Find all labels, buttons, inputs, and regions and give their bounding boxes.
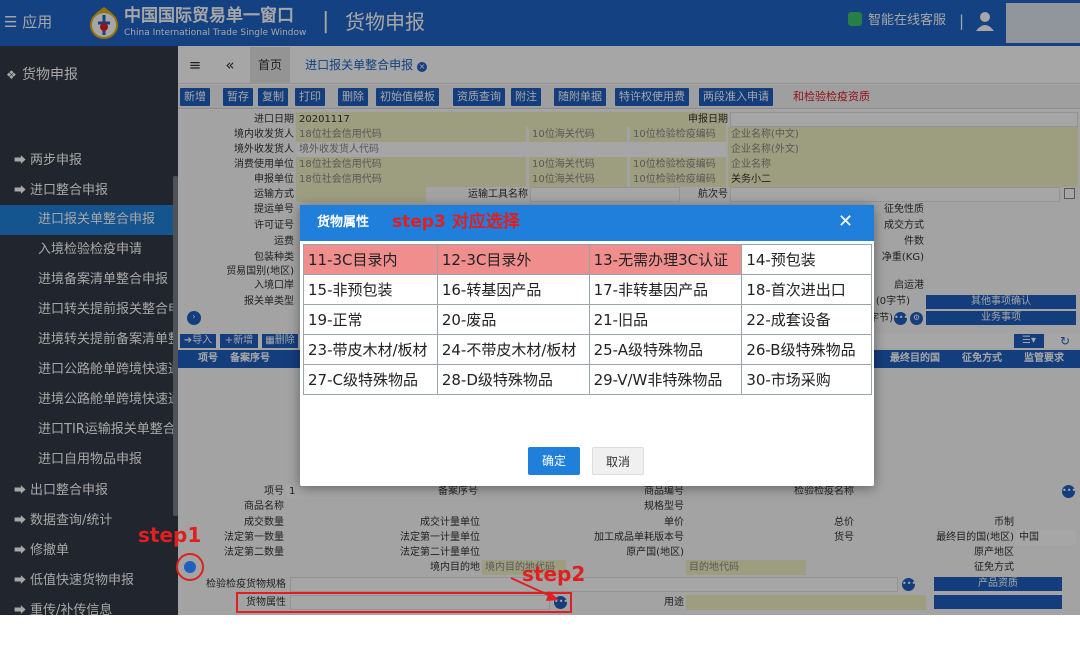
attribute-option[interactable]: 18-首次进出口	[742, 275, 872, 305]
attribute-option[interactable]: 22-成套设备	[742, 305, 872, 335]
attribute-option[interactable]: 15-非预包装	[304, 275, 438, 305]
attribute-option[interactable]: 14-预包装	[742, 245, 872, 275]
step2-highlight-box	[236, 592, 572, 613]
attribute-option[interactable]: 17-非转基因产品	[589, 275, 742, 305]
dialog-header: 货物属性 step3 对应选择 ✕	[300, 205, 874, 241]
expand-icon[interactable]	[184, 561, 196, 573]
step1-annotation: step1	[138, 523, 201, 547]
attribute-option[interactable]: 20-废品	[437, 305, 589, 335]
attribute-row: 11-3C目录内12-3C目录外13-无需办理3C认证14-预包装	[304, 245, 872, 275]
attribute-row: 23-带皮木材/板材24-不带皮木材/板材25-A级特殊物品26-B级特殊物品	[304, 335, 872, 365]
attribute-row: 15-非预包装16-转基因产品17-非转基因产品18-首次进出口	[304, 275, 872, 305]
attribute-option[interactable]: 24-不带皮木材/板材	[437, 335, 589, 365]
step3-annotation: step3 对应选择	[392, 210, 520, 234]
attribute-row: 27-C级特殊物品28-D级特殊物品29-V/W非特殊物品30-市场采购	[304, 365, 872, 395]
attribute-option[interactable]: 26-B级特殊物品	[742, 335, 872, 365]
attribute-option[interactable]: 27-C级特殊物品	[304, 365, 438, 395]
dialog-title: 货物属性	[317, 214, 369, 232]
attribute-option[interactable]: 12-3C目录外	[437, 245, 589, 275]
attribute-option[interactable]: 11-3C目录内	[304, 245, 438, 275]
sidebar-item-16[interactable]: ⮕整合初始值设置	[0, 625, 178, 655]
confirm-button[interactable]: 确定	[528, 447, 580, 475]
goods-attribute-grid: 11-3C目录内12-3C目录外13-无需办理3C认证14-预包装15-非预包装…	[303, 244, 872, 395]
close-icon[interactable]: ✕	[838, 212, 853, 232]
attribute-option[interactable]: 13-无需办理3C认证	[589, 245, 742, 275]
attribute-option[interactable]: 25-A级特殊物品	[589, 335, 742, 365]
attribute-option[interactable]: 21-旧品	[589, 305, 742, 335]
attribute-option[interactable]: 29-V/W非特殊物品	[589, 365, 742, 395]
arrow-right-icon: ⮕	[14, 625, 30, 655]
attribute-row: 19-正常20-废品21-旧品22-成套设备	[304, 305, 872, 335]
cancel-button[interactable]: 取消	[592, 447, 644, 475]
attribute-option[interactable]: 23-带皮木材/板材	[304, 335, 438, 365]
attribute-option[interactable]: 19-正常	[304, 305, 438, 335]
sidebar-item-label: 整合初始值设置	[30, 633, 121, 648]
attribute-option[interactable]: 30-市场采购	[742, 365, 872, 395]
attribute-option[interactable]: 28-D级特殊物品	[437, 365, 589, 395]
attribute-option[interactable]: 16-转基因产品	[437, 275, 589, 305]
goods-attribute-dialog: 货物属性 step3 对应选择 ✕ 11-3C目录内12-3C目录外13-无需办…	[300, 205, 874, 486]
